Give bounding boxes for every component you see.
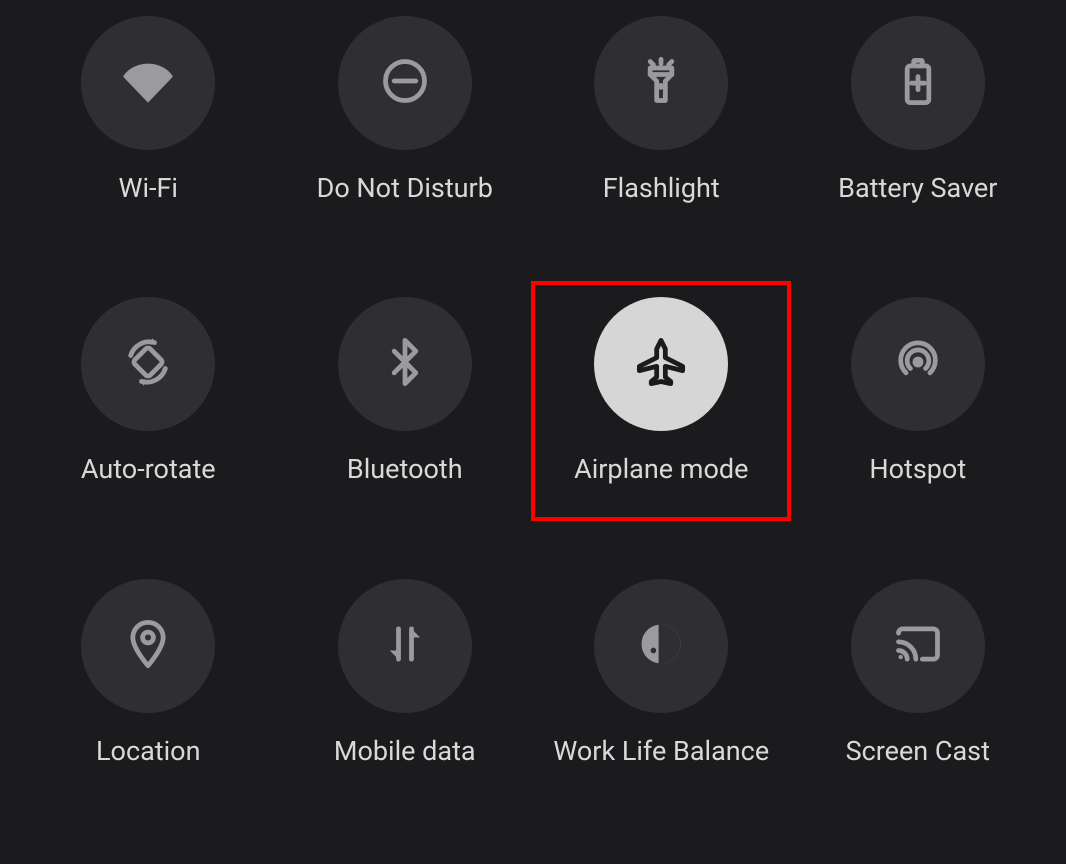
dnd-toggle[interactable] <box>338 16 472 150</box>
battery-saver-icon <box>892 55 944 111</box>
tile-screen-cast: Screen Cast <box>790 573 1047 854</box>
tile-airplane-mode: Airplane mode <box>533 291 790 572</box>
tile-flashlight: Flashlight <box>533 10 790 291</box>
airplane-icon <box>635 336 687 392</box>
tile-bluetooth: Bluetooth <box>277 291 534 572</box>
tile-mobile-data: Mobile data <box>277 573 534 854</box>
screen-cast-icon <box>892 618 944 674</box>
mobile-data-label: Mobile data <box>334 735 476 767</box>
battery-saver-toggle[interactable] <box>851 16 985 150</box>
work-life-label: Work Life Balance <box>553 735 769 767</box>
wifi-toggle[interactable] <box>81 16 215 150</box>
auto-rotate-toggle[interactable] <box>81 297 215 431</box>
tile-battery-saver: Battery Saver <box>790 10 1047 291</box>
hotspot-icon <box>892 336 944 392</box>
bluetooth-icon <box>379 336 431 392</box>
airplane-mode-toggle[interactable] <box>594 297 728 431</box>
auto-rotate-icon <box>122 336 174 392</box>
battery-saver-label: Battery Saver <box>838 172 997 204</box>
tile-work-life: Work Life Balance <box>533 573 790 854</box>
flashlight-label: Flashlight <box>603 172 720 204</box>
tile-wifi: Wi-Fi <box>20 10 277 291</box>
location-toggle[interactable] <box>81 579 215 713</box>
screen-cast-label: Screen Cast <box>846 735 990 767</box>
tile-location: Location <box>20 573 277 854</box>
location-icon <box>122 618 174 674</box>
airplane-mode-label: Airplane mode <box>574 453 748 485</box>
quick-settings-grid: Wi-Fi Do Not Disturb Flashlight <box>0 0 1066 864</box>
work-life-balance-toggle[interactable] <box>594 579 728 713</box>
dnd-label: Do Not Disturb <box>317 172 493 204</box>
do-not-disturb-icon <box>379 55 431 111</box>
mobile-data-icon <box>379 618 431 674</box>
wifi-label: Wi-Fi <box>119 172 178 204</box>
flashlight-icon <box>635 55 687 111</box>
hotspot-toggle[interactable] <box>851 297 985 431</box>
work-life-balance-icon <box>635 618 687 674</box>
tile-dnd: Do Not Disturb <box>277 10 534 291</box>
tile-auto-rotate: Auto-rotate <box>20 291 277 572</box>
tile-hotspot: Hotspot <box>790 291 1047 572</box>
bluetooth-toggle[interactable] <box>338 297 472 431</box>
bluetooth-label: Bluetooth <box>347 453 463 485</box>
hotspot-label: Hotspot <box>869 453 966 485</box>
flashlight-toggle[interactable] <box>594 16 728 150</box>
wifi-icon <box>122 55 174 111</box>
mobile-data-toggle[interactable] <box>338 579 472 713</box>
auto-rotate-label: Auto-rotate <box>81 453 216 485</box>
location-label: Location <box>96 735 200 767</box>
screen-cast-toggle[interactable] <box>851 579 985 713</box>
